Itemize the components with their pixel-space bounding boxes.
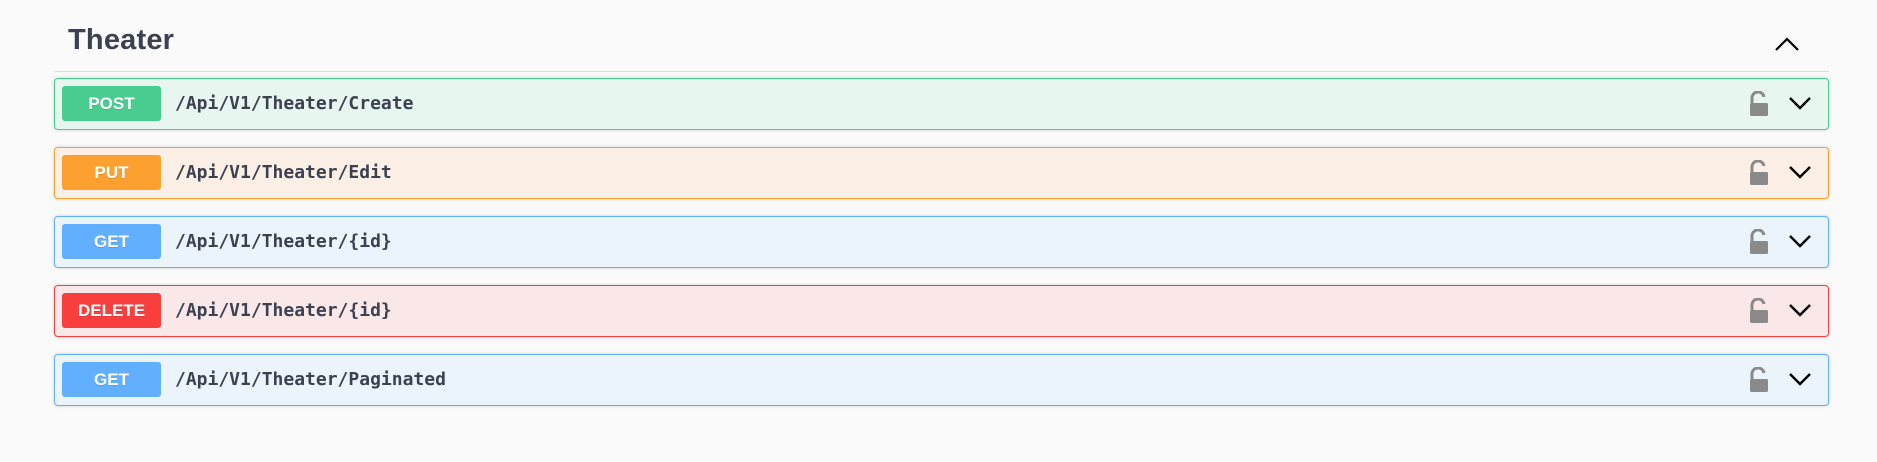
chevron-down-icon[interactable] [1786,92,1814,114]
unlocked-padlock-icon[interactable] [1748,228,1770,255]
operations-list: POST /Api/V1/Theater/Create PUT /Api/V1/… [54,78,1829,423]
operation-delete-by-id[interactable]: DELETE /Api/V1/Theater/{id} [54,285,1829,337]
method-badge: POST [62,86,161,121]
method-badge: PUT [62,155,161,190]
method-badge: GET [62,224,161,259]
unlocked-padlock-icon[interactable] [1748,297,1770,324]
unlocked-padlock-icon[interactable] [1748,159,1770,186]
operation-path: /Api/V1/Theater/Create [175,93,414,114]
tag-header-theater[interactable]: Theater [55,14,1829,72]
swagger-tag-section: Theater POST /Api/V1/Theater/Create PUT … [0,0,1877,462]
operation-get-by-id[interactable]: GET /Api/V1/Theater/{id} [54,216,1829,268]
operation-path: /Api/V1/Theater/Edit [175,162,392,183]
chevron-down-icon[interactable] [1786,368,1814,390]
operation-path: /Api/V1/Theater/{id} [175,300,392,321]
chevron-down-icon[interactable] [1786,161,1814,183]
chevron-up-icon[interactable] [1771,30,1803,58]
chevron-down-icon[interactable] [1786,299,1814,321]
unlocked-padlock-icon[interactable] [1748,90,1770,117]
operation-put-edit[interactable]: PUT /Api/V1/Theater/Edit [54,147,1829,199]
operation-post-create[interactable]: POST /Api/V1/Theater/Create [54,78,1829,130]
method-badge: GET [62,362,161,397]
method-badge: DELETE [62,293,161,328]
unlocked-padlock-icon[interactable] [1748,366,1770,393]
operation-get-paginated[interactable]: GET /Api/V1/Theater/Paginated [54,354,1829,406]
operation-path: /Api/V1/Theater/Paginated [175,369,446,390]
tag-title: Theater [68,24,175,56]
operation-path: /Api/V1/Theater/{id} [175,231,392,252]
chevron-down-icon[interactable] [1786,230,1814,252]
